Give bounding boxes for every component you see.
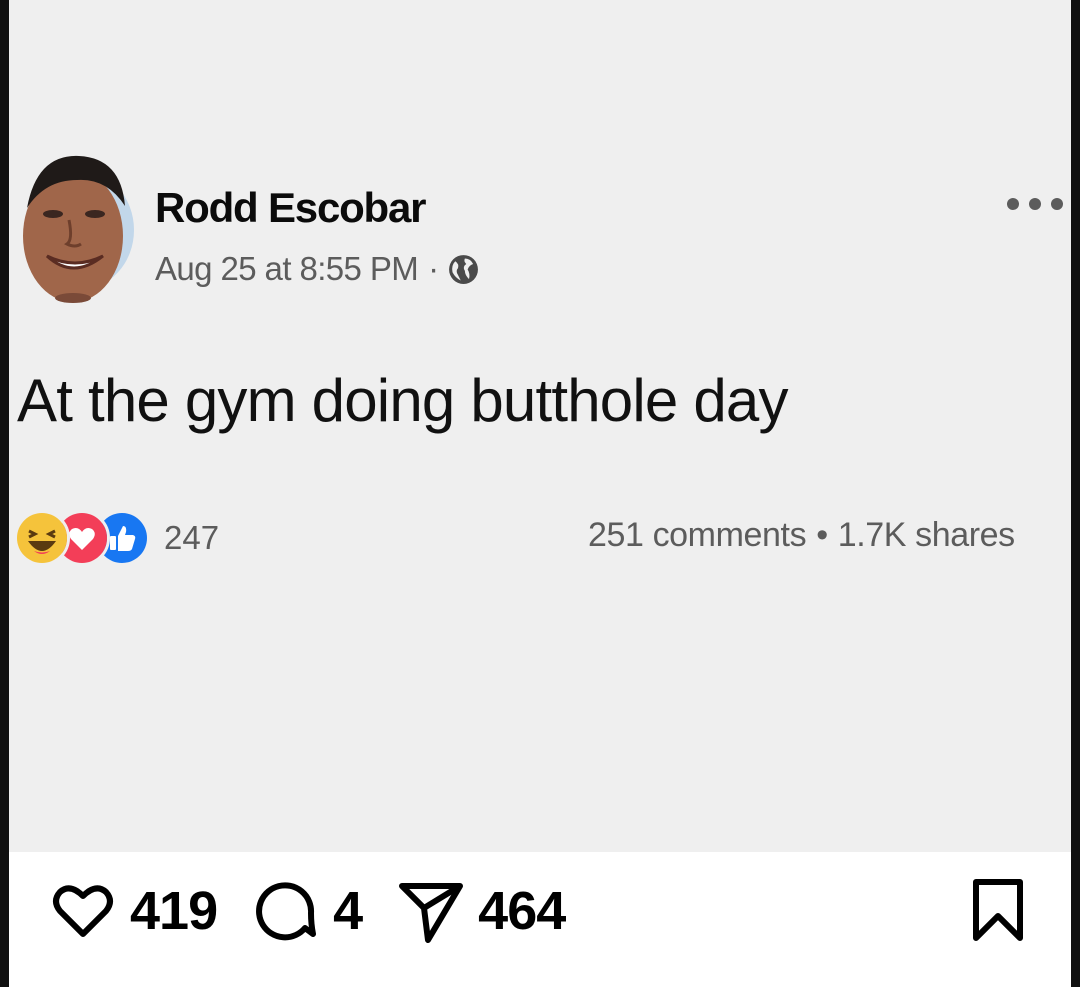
send-icon — [399, 883, 464, 943]
left-border — [0, 0, 9, 987]
share-count: 464 — [478, 881, 566, 941]
more-options-button[interactable] — [1007, 193, 1063, 215]
shares-count-link[interactable]: 1.7K shares — [838, 516, 1015, 554]
more-dot — [1007, 198, 1019, 210]
screenshot-frame: Rodd Escobar Aug 25 at 8:55 PM · At the … — [0, 0, 1080, 987]
author-avatar[interactable] — [17, 148, 135, 306]
heart-icon — [53, 885, 113, 937]
reaction-count: 247 — [164, 519, 220, 556]
haha-reaction-icon — [14, 510, 70, 566]
stats-separator: • — [816, 516, 828, 554]
facebook-post-card: Rodd Escobar Aug 25 at 8:55 PM · At the … — [9, 0, 1071, 852]
globe-icon — [448, 254, 478, 284]
post-stats: 251 comments • 1.7K shares — [588, 516, 1071, 555]
post-text: At the gym doing butthole day — [17, 367, 788, 434]
author-name[interactable]: Rodd Escobar — [155, 184, 427, 232]
post-timestamp[interactable]: Aug 25 at 8:55 PM — [155, 250, 419, 288]
share-button[interactable]: 464 — [398, 878, 566, 944]
instagram-action-bar: 419 4 464 — [50, 876, 601, 946]
like-count: 419 — [130, 881, 218, 941]
comments-count-link[interactable]: 251 comments — [588, 516, 807, 554]
more-dot — [1029, 198, 1041, 210]
comment-count: 4 — [333, 881, 363, 941]
bookmark-icon[interactable] — [966, 878, 1030, 942]
reactions-summary[interactable]: 247 — [14, 510, 219, 566]
post-meta: Aug 25 at 8:55 PM · — [155, 250, 480, 288]
more-dot — [1051, 198, 1063, 210]
comment-button[interactable]: 4 — [253, 878, 363, 944]
like-button[interactable]: 419 — [50, 878, 218, 944]
meta-separator: · — [428, 250, 439, 287]
comment-icon — [256, 882, 317, 941]
right-border — [1071, 0, 1080, 987]
